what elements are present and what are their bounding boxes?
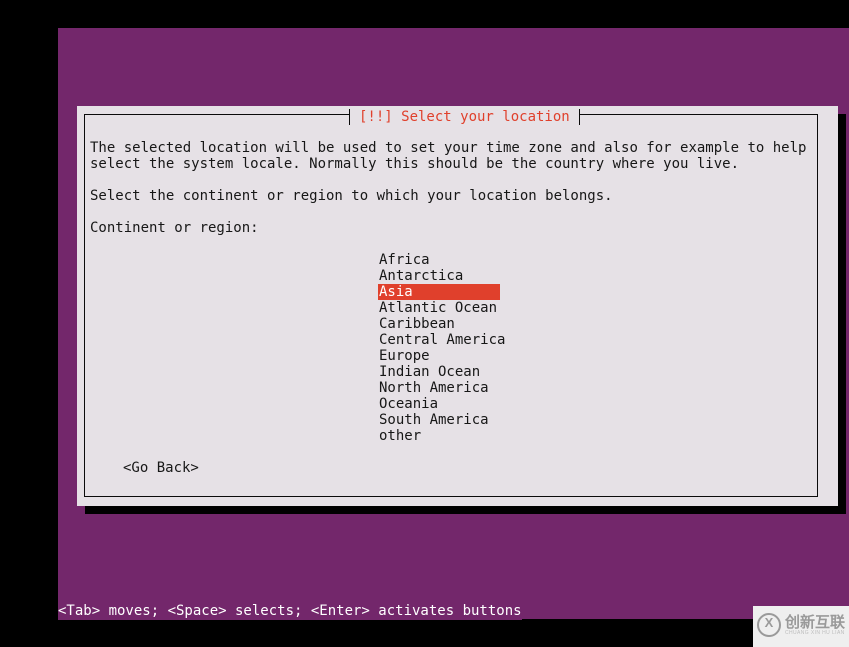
- go-back-button[interactable]: <Go Back>: [123, 460, 199, 476]
- status-bar-hint: <Tab> moves; <Space> selects; <Enter> ac…: [58, 603, 522, 620]
- watermark-x-glyph: X: [764, 615, 774, 630]
- screen: [!!] Select your location The selected l…: [0, 0, 849, 647]
- watermark-circle-x-icon: X: [756, 613, 781, 637]
- list-item[interactable]: Africa: [378, 252, 500, 268]
- list-item[interactable]: Europe: [378, 348, 500, 364]
- select-location-dialog: [!!] Select your location The selected l…: [77, 106, 838, 506]
- list-item[interactable]: Caribbean: [378, 316, 500, 332]
- list-item[interactable]: Asia: [378, 284, 500, 300]
- intro-paragraph-line-2: select the system locale. Normally this …: [90, 156, 740, 172]
- installer-terminal-canvas: [!!] Select your location The selected l…: [58, 28, 849, 619]
- list-item[interactable]: Central America: [378, 332, 505, 348]
- watermark-words: 创新互联 CHUANG XIN HU LIAN: [785, 614, 845, 637]
- continent-field-label: Continent or region:: [90, 220, 259, 236]
- list-item[interactable]: Antarctica: [378, 268, 500, 284]
- list-item[interactable]: South America: [378, 412, 500, 428]
- intro-paragraph-line-1: The selected location will be used to se…: [90, 140, 807, 156]
- list-item[interactable]: North America: [378, 380, 500, 396]
- list-item[interactable]: other: [378, 428, 500, 444]
- watermark-top-rule: [753, 603, 849, 606]
- list-item[interactable]: Indian Ocean: [378, 364, 500, 380]
- list-item[interactable]: Atlantic Ocean: [378, 300, 500, 316]
- watermark-pinyin-text: CHUANG XIN HU LIAN: [784, 629, 845, 636]
- instruction-paragraph: Select the continent or region to which …: [90, 188, 613, 204]
- watermark-logo: X 创新互联 CHUANG XIN HU LIAN: [753, 603, 849, 647]
- list-item[interactable]: Oceania: [378, 396, 500, 412]
- continent-list[interactable]: Africa Antarctica Asia Atlantic Ocean Ca…: [378, 252, 505, 444]
- watermark-chinese-text: 创新互联: [784, 612, 845, 631]
